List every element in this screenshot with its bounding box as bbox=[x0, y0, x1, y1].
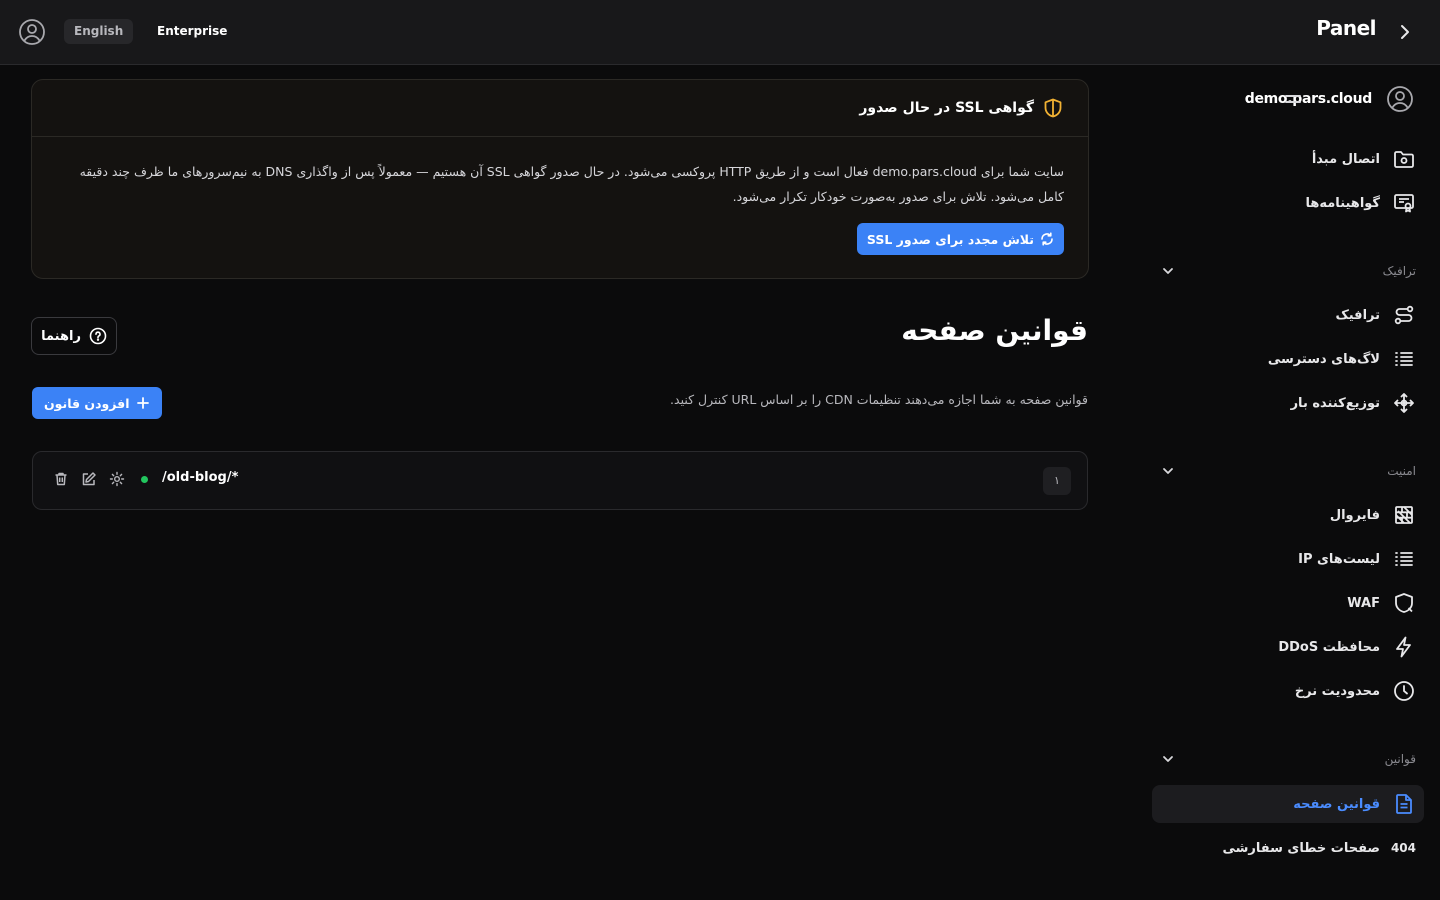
page-description: قوانین صفحه به شما اجازه می‌دهند تنظیمات… bbox=[670, 392, 1088, 407]
section-label: قوانین bbox=[1384, 752, 1416, 766]
ssl-notice-header: گواهی SSL در حال صدور bbox=[32, 80, 1088, 137]
section-security[interactable]: امنیت bbox=[1160, 459, 1416, 483]
chevron-down-icon bbox=[1160, 263, 1176, 279]
folder-link-icon bbox=[1392, 147, 1416, 171]
shield-icon bbox=[1042, 97, 1064, 119]
shield-icon bbox=[1392, 591, 1416, 615]
section-rules[interactable]: قوانین bbox=[1160, 747, 1416, 771]
plan-label: Enterprise bbox=[157, 24, 228, 38]
sidebar-item-firewall[interactable]: فایروال bbox=[1152, 496, 1424, 534]
sidebar-item-label: توزیع‌کننده بار bbox=[1290, 395, 1380, 411]
sidebar-item-page-rules[interactable]: قوانین صفحه bbox=[1152, 785, 1424, 823]
document-icon bbox=[1392, 792, 1416, 816]
sidebar-item-access-logs[interactable]: لاگ‌های دسترسی bbox=[1152, 340, 1424, 378]
sidebar-item-origin[interactable]: اتصال مبدأ bbox=[1152, 140, 1424, 178]
app-title: Panel bbox=[1316, 16, 1376, 40]
sidebar-item-label: لاگ‌های دسترسی bbox=[1267, 351, 1380, 367]
top-bar: English Enterprise Panel bbox=[0, 0, 1440, 65]
bolt-icon bbox=[1392, 635, 1416, 659]
section-label: ترافیک bbox=[1382, 264, 1416, 278]
rule-path: /old-blog/* bbox=[162, 469, 239, 485]
sidebar-item-custom-error-pages[interactable]: 404 صفحات خطای سفارشی bbox=[1152, 829, 1424, 867]
sidebar-item-certificates[interactable]: گواهینامه‌ها bbox=[1152, 184, 1424, 222]
sidebar-item-label: فایروال bbox=[1329, 507, 1380, 523]
menu-collapse-icon[interactable] bbox=[1283, 91, 1303, 107]
section-label: امنیت bbox=[1387, 464, 1416, 478]
sidebar-item-label: محدودیت نرخ bbox=[1294, 683, 1380, 699]
sidebar-item-load-balancer[interactable]: توزیع‌کننده بار bbox=[1152, 384, 1424, 422]
firewall-icon bbox=[1392, 503, 1416, 527]
edit-icon[interactable] bbox=[81, 471, 97, 487]
sidebar-item-ip-lists[interactable]: لیست‌های IP bbox=[1152, 540, 1424, 578]
settings-icon[interactable] bbox=[109, 471, 125, 487]
add-rule-button[interactable]: افزودن قانون bbox=[32, 387, 162, 419]
page-title: قوانین صفحه bbox=[901, 314, 1088, 347]
retry-ssl-label: تلاش مجدد برای صدور SSL bbox=[866, 231, 1034, 247]
refresh-icon bbox=[1040, 232, 1054, 246]
sidebar-item-label: محافظت DDoS bbox=[1278, 639, 1380, 655]
sidebar-item-label: صفحات خطای سفارشی bbox=[1222, 840, 1380, 856]
sidebar-item-label: لیست‌های IP bbox=[1298, 551, 1380, 567]
help-button[interactable]: راهنما bbox=[31, 317, 117, 355]
help-label: راهنما bbox=[41, 328, 81, 344]
sidebar: demo.pars.cloud اتصال مبدأ گواهینامه‌ها bbox=[1140, 65, 1440, 900]
list-icon bbox=[1392, 347, 1416, 371]
sidebar-item-ddos[interactable]: محافظت DDoS bbox=[1152, 628, 1424, 666]
chevron-down-icon bbox=[1160, 463, 1176, 479]
rule-index: ۱ bbox=[1043, 467, 1071, 495]
sidebar-item-label: ترافیک bbox=[1335, 307, 1380, 323]
clock-icon bbox=[1392, 679, 1416, 703]
sidebar-item-label: اتصال مبدأ bbox=[1311, 151, 1380, 167]
table-row[interactable]: ۱ /old-blog/* bbox=[32, 451, 1088, 510]
sidebar-item-traffic[interactable]: ترافیک bbox=[1152, 296, 1424, 334]
site-avatar-icon bbox=[1386, 85, 1414, 113]
help-circle-icon bbox=[89, 327, 107, 345]
user-avatar-icon[interactable] bbox=[18, 18, 46, 46]
chevron-right-icon[interactable] bbox=[1394, 21, 1416, 43]
trash-icon[interactable] bbox=[53, 471, 69, 487]
sidebar-item-label: قوانین صفحه bbox=[1293, 796, 1380, 812]
sidebar-item-label: WAF bbox=[1347, 595, 1380, 611]
retry-ssl-button[interactable]: تلاش مجدد برای صدور SSL bbox=[856, 223, 1064, 255]
ssl-notice-line-1: سایت شما برای demo.pars.cloud فعال است و… bbox=[79, 164, 1064, 179]
ssl-notice-line-2: کامل می‌شود. تلاش برای صدور به‌صورت خودک… bbox=[732, 189, 1064, 204]
ssl-notice-card: گواهی SSL در حال صدور سایت شما برای demo… bbox=[31, 79, 1089, 279]
certificate-icon bbox=[1392, 191, 1416, 215]
ssl-notice-title: گواهی SSL در حال صدور bbox=[859, 100, 1034, 116]
sidebar-item-waf[interactable]: WAF bbox=[1152, 584, 1424, 622]
language-button[interactable]: English bbox=[64, 19, 134, 44]
sidebar-item-rate-limit[interactable]: محدودیت نرخ bbox=[1152, 672, 1424, 710]
section-traffic[interactable]: ترافیک bbox=[1160, 259, 1416, 283]
list-icon bbox=[1392, 547, 1416, 571]
plus-icon bbox=[136, 396, 150, 410]
chevron-down-icon bbox=[1160, 751, 1176, 767]
load-balancer-icon bbox=[1392, 391, 1416, 415]
add-rule-label: افزودن قانون bbox=[44, 395, 130, 411]
sidebar-item-label: گواهینامه‌ها bbox=[1305, 195, 1380, 211]
status-dot bbox=[141, 475, 148, 483]
route-icon bbox=[1392, 303, 1416, 327]
404-icon: 404 bbox=[1390, 841, 1416, 855]
site-name: demo.pars.cloud bbox=[1244, 91, 1373, 107]
